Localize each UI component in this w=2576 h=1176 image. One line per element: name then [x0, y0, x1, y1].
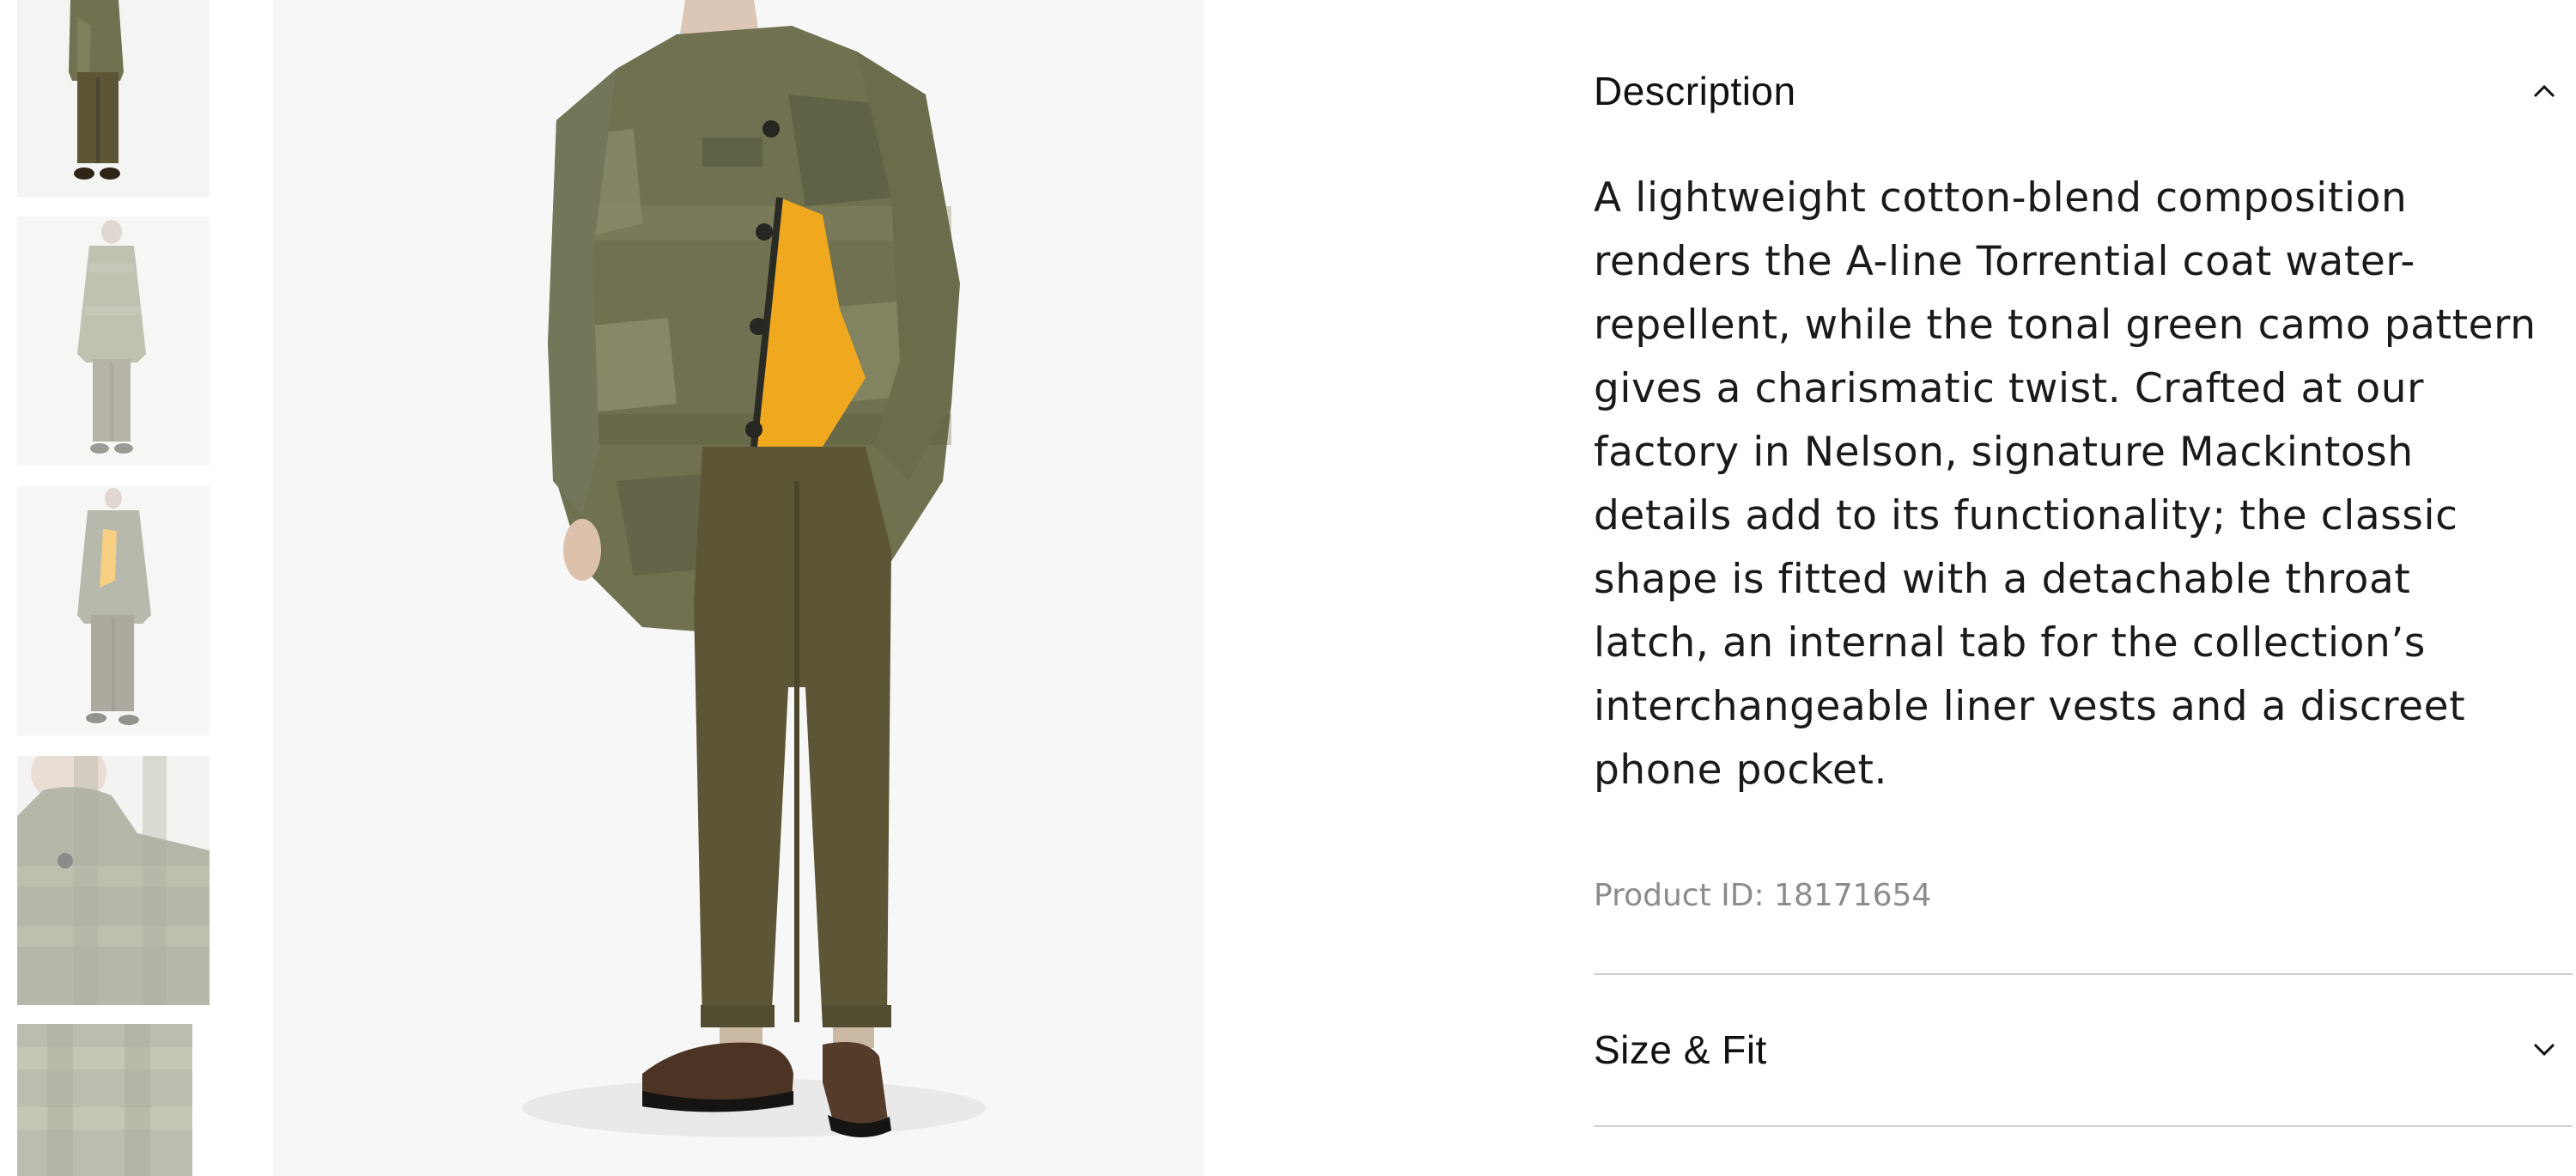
- divider: [1594, 1125, 2573, 1127]
- thumbnail-rail: [17, 0, 211, 1176]
- thumbnail-fabric-detail[interactable]: [17, 1024, 192, 1176]
- main-product-image[interactable]: [273, 0, 1204, 1176]
- thumbnail-full-look-plain-coat[interactable]: [17, 216, 210, 466]
- size-fit-title: Size & Fit: [1594, 1027, 1767, 1072]
- description-accordion-header[interactable]: Description: [1594, 64, 2559, 119]
- chevron-down-icon[interactable]: [2530, 1035, 2559, 1064]
- chevron-up-icon[interactable]: [2530, 76, 2559, 106]
- size-fit-accordion-header[interactable]: Size & Fit: [1594, 1022, 2559, 1077]
- description-text: A lightweight cotton-blend composition r…: [1594, 174, 2537, 794]
- product-id: Product ID: 18171654: [1594, 878, 1932, 913]
- thumbnail-full-look-open-coat[interactable]: [17, 486, 210, 735]
- divider: [1594, 973, 2573, 975]
- description-title: Description: [1594, 69, 1796, 113]
- product-details-panel: Description A lightweight cotton-blend c…: [1594, 0, 2576, 1176]
- thumbnail-collar-detail[interactable]: [17, 756, 210, 1005]
- thumbnail-full-look-front[interactable]: [17, 0, 210, 198]
